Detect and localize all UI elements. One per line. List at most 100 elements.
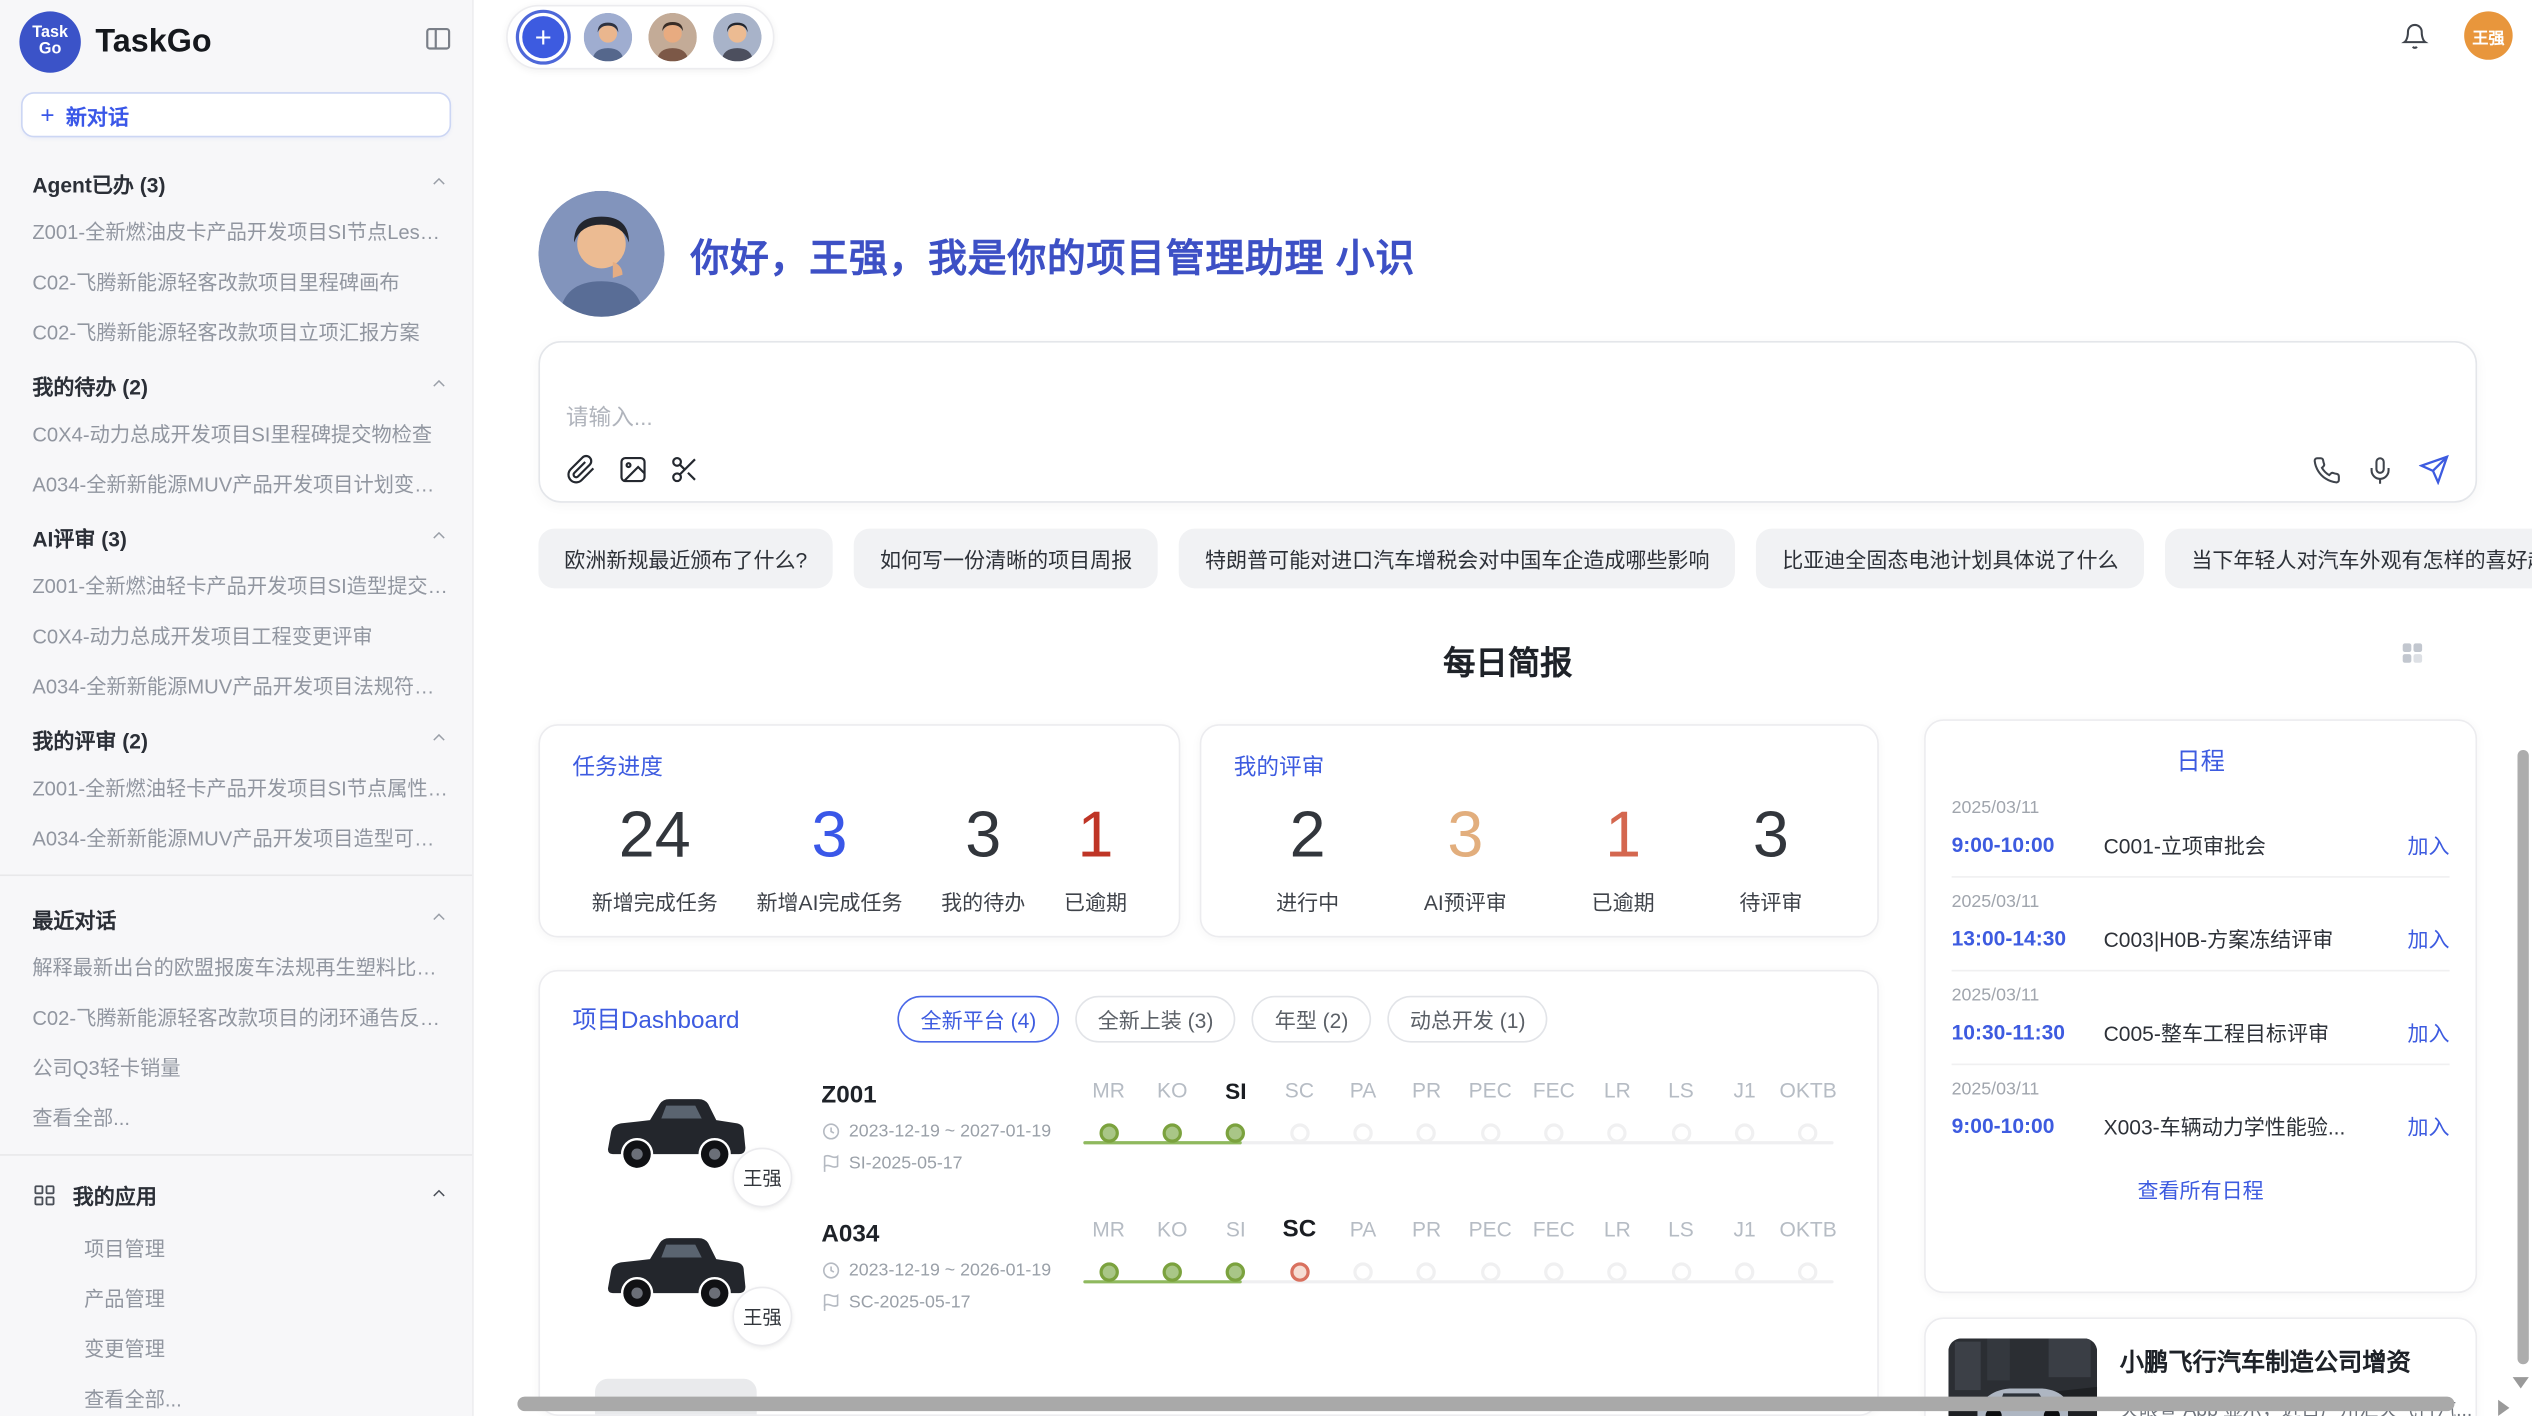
assistant-avatar-2[interactable] bbox=[648, 13, 697, 61]
scroll-down-arrow[interactable] bbox=[2513, 1377, 2529, 1388]
sidebar-section-header[interactable]: AI评审 (3) bbox=[0, 508, 472, 560]
sidebar-task-item[interactable]: Z001-全新燃油皮卡产品开发项目SI节点Lesson Learn报告 bbox=[0, 205, 472, 255]
stat-item[interactable]: 2 进行中 bbox=[1276, 799, 1339, 917]
scissors-icon[interactable] bbox=[669, 454, 700, 485]
milestone[interactable]: J1 bbox=[1713, 1075, 1777, 1178]
project-dates: 2023-12-19 ~ 2026-01-19 bbox=[821, 1261, 1064, 1280]
app-item[interactable]: 项目管理 bbox=[0, 1222, 472, 1272]
milestone[interactable]: PEC bbox=[1458, 1214, 1522, 1317]
recent-chat-item[interactable]: 解释最新出台的欧盟报废车法规再生塑料比例被调至15%... bbox=[0, 941, 472, 991]
sidebar-task-item[interactable]: A034-全新新能源MUV产品开发项目法规符合性评审 bbox=[0, 659, 472, 709]
app-item[interactable]: 查看全部... bbox=[0, 1372, 472, 1416]
join-button[interactable]: 加入 bbox=[2408, 923, 2450, 954]
recent-chat-item[interactable]: 查看全部... bbox=[0, 1091, 472, 1141]
assistant-avatar-1[interactable] bbox=[584, 13, 633, 61]
filter-chip[interactable]: 全新上装 (3) bbox=[1075, 996, 1236, 1043]
milestone[interactable]: PEC bbox=[1458, 1075, 1522, 1178]
recent-chats-header[interactable]: 最近对话 bbox=[0, 889, 472, 941]
owner-badge[interactable]: 王强 bbox=[732, 1287, 792, 1347]
add-conversation-button[interactable]: + bbox=[519, 13, 568, 61]
assistant-avatar-3[interactable] bbox=[713, 13, 762, 61]
recent-chat-item[interactable]: 公司Q3轻卡销量 bbox=[0, 1041, 472, 1091]
milestone[interactable]: KO bbox=[1140, 1214, 1204, 1317]
chat-input[interactable]: 请输入... bbox=[566, 401, 2450, 433]
suggestion-chip[interactable]: 如何写一份清晰的项目周报 bbox=[854, 529, 1158, 589]
join-button[interactable]: 加入 bbox=[2408, 829, 2450, 860]
milestone[interactable]: LS bbox=[1649, 1214, 1713, 1317]
stat-item[interactable]: 3 我的待办 bbox=[941, 799, 1025, 917]
sidebar-section-header[interactable]: 我的待办 (2) bbox=[0, 356, 472, 408]
sidebar-task-item[interactable]: C0X4-动力总成开发项目工程变更评审 bbox=[0, 609, 472, 659]
view-all-schedule-link[interactable]: 查看所有日程 bbox=[1952, 1174, 2450, 1205]
milestone[interactable]: LR bbox=[1586, 1075, 1650, 1178]
app-item[interactable]: 变更管理 bbox=[0, 1322, 472, 1372]
layout-grid-icon[interactable] bbox=[2399, 640, 2425, 674]
stat-item[interactable]: 3 AI预评审 bbox=[1424, 799, 1507, 917]
milestone-dot bbox=[1608, 1123, 1627, 1142]
suggestion-chip[interactable]: 特朗普可能对进口汽车增税会对中国车企造成哪些影响 bbox=[1179, 529, 1735, 589]
milestone[interactable]: OKTB bbox=[1776, 1214, 1840, 1317]
stat-item[interactable]: 3 待评审 bbox=[1739, 799, 1802, 917]
milestone[interactable]: SI bbox=[1204, 1214, 1268, 1317]
join-button[interactable]: 加入 bbox=[2408, 1110, 2450, 1141]
image-icon[interactable] bbox=[618, 454, 649, 485]
stat-item[interactable]: 24 新增完成任务 bbox=[592, 799, 718, 917]
milestone[interactable]: PA bbox=[1331, 1214, 1395, 1317]
suggestion-chip[interactable]: 比亚迪全固态电池计划具体说了什么 bbox=[1756, 529, 2144, 589]
sidebar-task-item[interactable]: C0X4-动力总成开发项目SI里程碑提交物检查 bbox=[0, 407, 472, 457]
milestone[interactable]: OKTB bbox=[1776, 1075, 1840, 1178]
milestone[interactable]: FEC bbox=[1522, 1075, 1586, 1178]
sidebar-task-item[interactable]: A034-全新新能源MUV产品开发项目计划变更表编写 bbox=[0, 457, 472, 507]
new-chat-button[interactable]: + 新对话 bbox=[21, 92, 451, 137]
milestone[interactable]: LR bbox=[1586, 1214, 1650, 1317]
user-avatar[interactable]: 王强 bbox=[2464, 11, 2513, 59]
milestone[interactable]: PR bbox=[1395, 1075, 1459, 1178]
milestone[interactable]: LS bbox=[1649, 1075, 1713, 1178]
suggestion-chip[interactable]: 当下年轻人对汽车外观有怎样的喜好趋势 bbox=[2165, 529, 2532, 589]
owner-badge[interactable]: 王强 bbox=[732, 1148, 792, 1208]
sidebar-task-item[interactable]: C02-飞腾新能源轻客改款项目里程碑画布 bbox=[0, 255, 472, 305]
sidebar-task-item[interactable]: Z001-全新燃油轻卡产品开发项目SI节点属性5D文件评审 bbox=[0, 761, 472, 811]
sidebar-collapse-icon[interactable] bbox=[424, 23, 453, 60]
filter-chip[interactable]: 动总开发 (1) bbox=[1387, 996, 1548, 1043]
milestone[interactable]: KO bbox=[1140, 1075, 1204, 1178]
phone-icon[interactable] bbox=[2312, 455, 2341, 484]
project-row[interactable]: 王强 Z001 2023-12-19 ~ 2027-01-19 SI-2025-… bbox=[572, 1081, 1845, 1181]
chat-input-card[interactable]: 请输入... bbox=[538, 341, 2477, 503]
milestone[interactable]: MR bbox=[1077, 1075, 1141, 1178]
recent-chat-item[interactable]: C02-飞腾新能源轻客改款项目的闭环通告反馈情况 bbox=[0, 991, 472, 1041]
milestone[interactable]: SC bbox=[1268, 1214, 1332, 1317]
send-icon[interactable] bbox=[2419, 454, 2450, 485]
stat-item[interactable]: 1 已逾期 bbox=[1064, 799, 1127, 917]
milestone[interactable]: SC bbox=[1268, 1075, 1332, 1178]
milestone[interactable]: PA bbox=[1331, 1075, 1395, 1178]
milestone[interactable]: SI bbox=[1204, 1075, 1268, 1178]
paperclip-icon[interactable] bbox=[566, 454, 597, 485]
my-apps-row[interactable]: 我的应用 bbox=[0, 1169, 472, 1222]
voice-send-tools bbox=[2312, 454, 2449, 485]
join-button[interactable]: 加入 bbox=[2408, 1017, 2450, 1048]
suggestion-chip[interactable]: 欧洲新规最近颁布了什么? bbox=[538, 529, 833, 589]
sidebar-task-item[interactable]: A034-全新新能源MUV产品开发项目造型可行性评审 bbox=[0, 811, 472, 861]
stat-value: 3 bbox=[1424, 799, 1507, 873]
sidebar-task-item[interactable]: C02-飞腾新能源轻客改款项目立项汇报方案 bbox=[0, 305, 472, 355]
stat-item[interactable]: 1 已逾期 bbox=[1592, 799, 1655, 917]
sidebar-section-header[interactable]: 我的评审 (2) bbox=[0, 710, 472, 762]
milestone[interactable]: FEC bbox=[1522, 1214, 1586, 1317]
app-item[interactable]: 产品管理 bbox=[0, 1272, 472, 1322]
scroll-right-arrow[interactable] bbox=[2498, 1400, 2509, 1416]
project-row[interactable]: 王强 A034 2023-12-19 ~ 2026-01-19 SC-2025-… bbox=[572, 1220, 1845, 1320]
sidebar-task-item[interactable]: Z001-全新燃油轻卡产品开发项目SI造型提交物评审 bbox=[0, 559, 472, 609]
microphone-icon[interactable] bbox=[2366, 455, 2395, 484]
vertical-scrollbar[interactable] bbox=[2518, 750, 2529, 1364]
stat-item[interactable]: 3 新增AI完成任务 bbox=[757, 799, 903, 917]
filter-chip[interactable]: 年型 (2) bbox=[1252, 996, 1371, 1043]
horizontal-scrollbar[interactable] bbox=[517, 1397, 2454, 1412]
milestone[interactable]: J1 bbox=[1713, 1214, 1777, 1317]
milestone[interactable]: PR bbox=[1395, 1214, 1459, 1317]
notification-bell-icon[interactable] bbox=[2401, 22, 2428, 49]
milestone[interactable]: MR bbox=[1077, 1214, 1141, 1317]
filter-chip[interactable]: 全新平台 (4) bbox=[898, 996, 1059, 1043]
sidebar-section-header[interactable]: Agent已办 (3) bbox=[0, 154, 472, 206]
milestone-label: KO bbox=[1157, 1214, 1187, 1246]
